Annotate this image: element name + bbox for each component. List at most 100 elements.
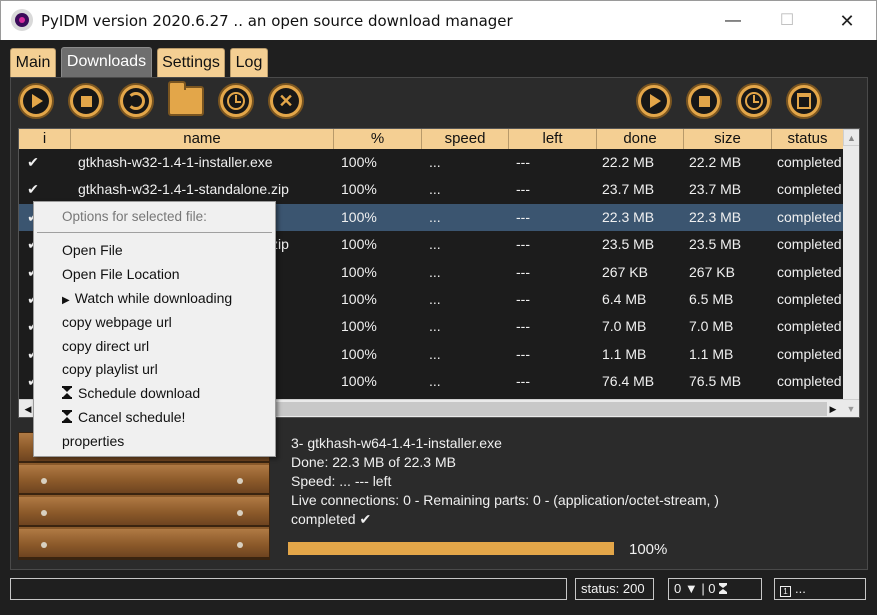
context-menu-item[interactable]: Cancel schedule! <box>62 409 185 425</box>
cell-size: 22.3 MB <box>689 208 742 225</box>
column-header-speed[interactable]: speed <box>422 129 509 149</box>
queue-counter-text: 0 ▼ | 0 <box>674 581 716 596</box>
delete-icon: ✕ <box>273 88 299 114</box>
scroll-right-button[interactable]: ▶ <box>825 401 841 417</box>
cell-speed: ... <box>429 291 441 307</box>
app-logo-icon <box>11 9 33 31</box>
cell-speed: ... <box>429 373 441 390</box>
cell-name: gtkhash-w32-1.4-1-installer.exe <box>78 154 273 170</box>
cell-name: gtkhash-w32-1.4-1-standalone.zip <box>78 181 289 198</box>
cell-speed: ... <box>429 263 441 280</box>
cell-left: --- <box>516 263 530 280</box>
detail-done: Done: 22.3 MB of 22.3 MB <box>291 454 456 470</box>
refresh-button[interactable] <box>118 83 154 119</box>
cell-done: 1.1 MB <box>602 345 647 362</box>
context-menu-item-label: copy playlist url <box>62 361 158 377</box>
cell-done: 7.0 MB <box>602 318 647 335</box>
column-header-i[interactable]: i <box>19 129 71 149</box>
minimize-button[interactable]: — <box>713 7 753 35</box>
check-icon: ✔ <box>359 511 372 527</box>
cell-i: ✔ <box>27 154 39 170</box>
tab-log[interactable]: Log <box>230 48 268 78</box>
cell-speed: ... <box>429 318 441 335</box>
schedule-all-icon <box>741 88 767 114</box>
cell-percent: 100% <box>341 373 377 390</box>
file-context-menu: Options for selected file: Open File Open… <box>33 201 276 457</box>
context-menu-item[interactable]: properties <box>62 433 124 449</box>
detail-connections: Live connections: 0 - Remaining parts: 0… <box>291 492 719 508</box>
context-menu-item-label: Open File <box>62 242 123 258</box>
scroll-down-button[interactable]: ▼ <box>843 401 859 417</box>
wood-plank <box>19 465 269 495</box>
cell-size: 6.5 MB <box>689 291 734 307</box>
resume-button[interactable] <box>18 83 54 119</box>
schedule-button[interactable] <box>218 83 254 119</box>
context-menu-item[interactable]: copy webpage url <box>62 314 172 330</box>
cell-percent: 100% <box>341 291 377 307</box>
status-misc: 1... <box>774 578 866 600</box>
wood-plank <box>19 497 269 527</box>
window-titlebar: PyIDM version 2020.6.27 .. an open sourc… <box>0 0 877 40</box>
maximize-button[interactable]: ☐ <box>767 7 807 35</box>
context-menu-item[interactable]: copy direct url <box>62 338 149 354</box>
cell-done: 267 KB <box>602 263 648 280</box>
queue-counter: 0 ▼ | 0 <box>668 578 762 600</box>
stop-button[interactable] <box>68 83 104 119</box>
cell-done: 22.2 MB <box>602 154 655 170</box>
cell-done: 76.4 MB <box>602 373 655 390</box>
cell-speed: ... <box>429 154 441 170</box>
cell-size: 1.1 MB <box>689 345 734 362</box>
cell-left: --- <box>516 236 530 253</box>
column-header-done[interactable]: done <box>597 129 684 149</box>
context-menu-item[interactable]: Open File <box>62 242 123 258</box>
context-menu-item[interactable]: ▶ Watch while downloading <box>62 290 232 306</box>
tab-settings[interactable]: Settings <box>157 48 225 78</box>
table-row[interactable]: ✔ gtkhash-w32-1.4-1-standalone.zip 100%...… <box>19 176 843 203</box>
column-header-size[interactable]: size <box>684 129 772 149</box>
resume-all-button[interactable] <box>636 83 672 119</box>
stop-icon <box>73 88 99 114</box>
window-title: PyIDM version 2020.6.27 .. an open sourc… <box>41 12 513 30</box>
progress-fill <box>288 542 614 555</box>
cell-size: 7.0 MB <box>689 318 734 335</box>
table-row[interactable]: ✔ gtkhash-w32-1.4-1-installer.exe 100%... -… <box>19 149 843 176</box>
stop-all-button[interactable] <box>686 83 722 119</box>
cell-done: 6.4 MB <box>602 291 647 307</box>
context-menu-item[interactable]: Schedule download <box>62 385 200 401</box>
context-menu-item-label: Schedule download <box>78 385 201 401</box>
close-button[interactable]: ✕ <box>827 7 867 35</box>
hourglass-icon <box>62 386 72 399</box>
column-header-name[interactable]: name <box>71 129 334 149</box>
context-menu-item-label: Watch while downloading <box>74 290 233 306</box>
vertical-scrollbar[interactable]: ▲ <box>843 129 859 401</box>
context-menu-item-label: copy direct url <box>62 338 150 354</box>
delete-button[interactable]: ✕ <box>268 83 304 119</box>
table-header: i name % speed left done size status <box>19 129 843 149</box>
column-header-percent[interactable]: % <box>334 129 422 149</box>
detail-filename: 3- gtkhash-w64-1.4-1-installer.exe <box>291 435 502 451</box>
column-header-left[interactable]: left <box>509 129 597 149</box>
schedule-all-button[interactable] <box>736 83 772 119</box>
context-menu-item[interactable]: Open File Location <box>62 266 180 282</box>
scroll-up-button[interactable]: ▲ <box>843 129 859 146</box>
column-header-status[interactable]: status <box>772 129 843 149</box>
context-menu-item[interactable]: copy playlist url <box>62 361 158 377</box>
cell-left: --- <box>516 181 530 198</box>
cell-speed: ... <box>429 345 441 362</box>
cell-left: --- <box>516 154 530 170</box>
tab-main[interactable]: Main <box>10 48 56 78</box>
cell-done: 23.7 MB <box>602 181 655 198</box>
tab-downloads[interactable]: Downloads <box>61 47 152 78</box>
delete-all-button[interactable] <box>786 83 822 119</box>
resume-all-icon <box>641 88 667 114</box>
context-menu-header: Options for selected file: <box>62 209 207 224</box>
detail-status-text: completed <box>291 511 356 527</box>
open-folder-button[interactable] <box>168 81 204 116</box>
context-menu-item-label: copy webpage url <box>62 314 172 330</box>
status-code: status: 200 <box>575 578 654 600</box>
cell-percent: 100% <box>341 208 377 225</box>
cell-size: 22.2 MB <box>689 154 742 170</box>
cell-speed: ... <box>429 181 441 198</box>
cell-left: --- <box>516 291 530 307</box>
delete-all-icon <box>791 88 817 114</box>
